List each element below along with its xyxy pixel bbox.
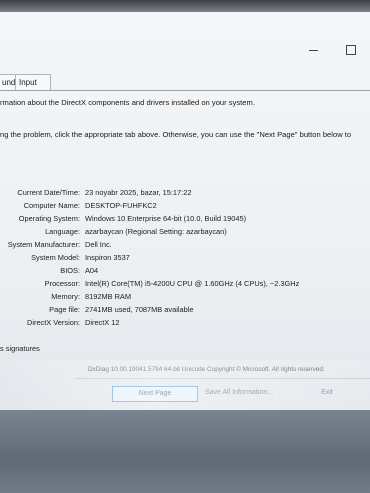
tab-input[interactable]: Input [15,74,51,90]
info-label: System Manufacturer: [7,240,80,249]
info-label: Memory: [51,292,80,301]
info-label: Current Date/Time: [17,188,80,197]
next-page-button[interactable]: Next Page [112,386,198,402]
footer-divider [75,378,370,379]
intro-text-line-2: ng the problem, click the appropriate ta… [0,130,352,139]
info-row-memory: Memory: 8192MB RAM [0,292,370,304]
info-value: 8192MB RAM [85,292,132,301]
info-value: azarbaycan (Regional Setting: azarbaycan… [85,227,227,236]
laptop-bezel-bottom [0,410,370,493]
version-copyright-text: DxDiag 10.00.19041.5794 64-bit Unicode C… [88,366,325,373]
info-value: 2741MB used, 7087MB available [85,305,194,314]
info-row-processor: Processor: Intel(R) Core(TM) i5-4200U CP… [0,279,370,291]
info-row-system-model: System Model: Inspiron 3537 [0,253,370,265]
info-value: A04 [85,266,99,275]
info-value: DESKTOP-FUHFKC2 [85,201,157,210]
minimize-icon [308,49,318,51]
info-label: BIOS: [60,266,80,275]
info-value: Dell Inc. [85,240,112,249]
info-label: Operating System: [18,214,80,223]
save-all-information-button[interactable]: Save All Information... [204,386,274,400]
minimize-button[interactable] [300,41,326,59]
intro-text-line-1: rmation about the DirectX components and… [0,98,255,107]
info-label: Computer Name: [23,201,80,210]
info-row-language: Language: azarbaycan (Regional Setting: … [0,227,370,239]
info-value: 23 noyabr 2025, bazar, 15:17:22 [85,188,192,197]
exit-button[interactable]: Exit [314,386,340,400]
maximize-button[interactable] [338,41,364,59]
info-row-system-manufacturer: System Manufacturer: Dell Inc. [0,240,370,252]
info-value: Intel(R) Core(TM) i5-4200U CPU @ 1.60GHz… [85,279,300,288]
info-row-operating-system: Operating System: Windows 10 Enterprise … [0,214,370,226]
info-label: Processor: [44,279,80,288]
info-label: Language: [45,227,80,236]
tab-strip: und Input [0,74,370,91]
info-row-directx-version: DirectX Version: DirectX 12 [0,318,370,330]
info-row-computer-name: Computer Name: DESKTOP-FUHFKC2 [0,201,370,213]
info-row-page-file: Page file: 2741MB used, 7087MB available [0,305,370,317]
info-value: Inspiron 3537 [85,253,130,262]
whql-signatures-checkbox-label[interactable]: s signatures [0,344,40,353]
maximize-icon [346,45,356,56]
info-label: Page file: [49,305,80,314]
info-label: System Model: [31,253,80,262]
info-row-date-time: Current Date/Time: 23 noyabr 2025, bazar… [0,188,370,200]
info-value: DirectX 12 [85,318,120,327]
info-value: Windows 10 Enterprise 64-bit (10.0, Buil… [85,214,247,223]
info-row-bios: BIOS: A04 [0,266,370,278]
info-label: DirectX Version: [27,318,80,327]
